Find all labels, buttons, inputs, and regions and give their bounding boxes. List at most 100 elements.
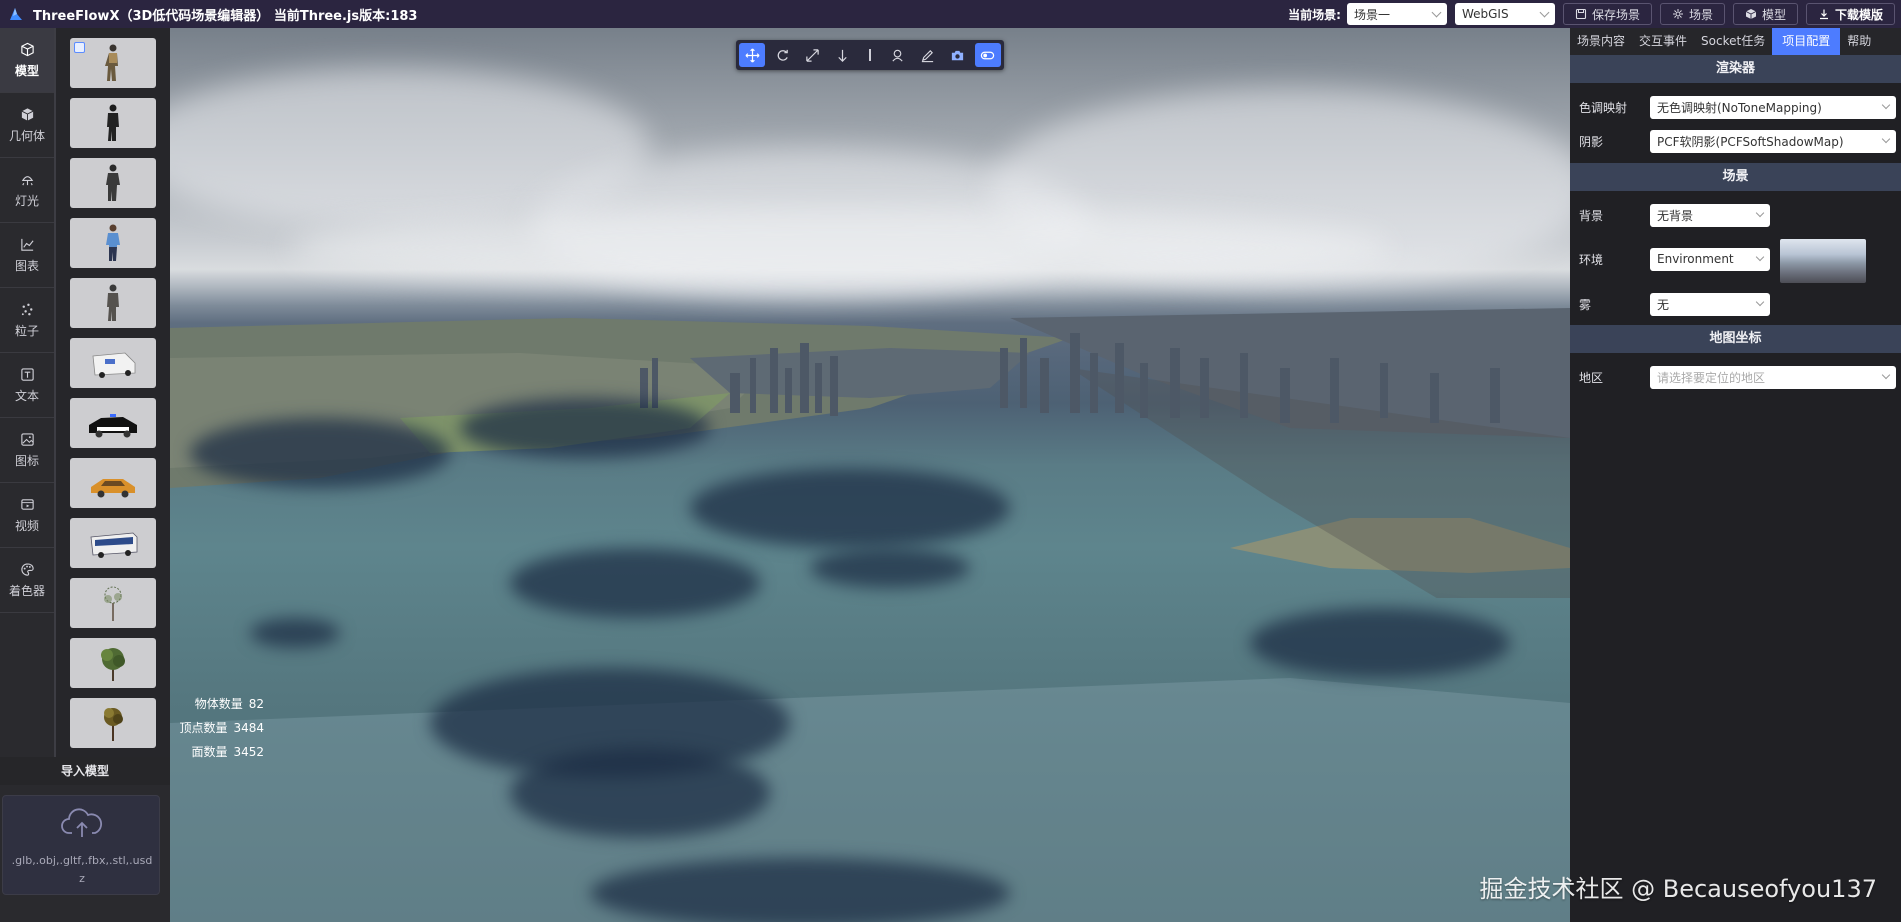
tonemap-select[interactable]: 无色调映射(NoToneMapping) [1650, 95, 1896, 119]
import-model-panel: 导入模型 .glb,.obj,.gltf,.fbx,.stl,.usdz [0, 757, 170, 922]
ambulance-icon [92, 352, 136, 378]
background-select[interactable]: 无背景 [1650, 203, 1770, 227]
nav-item-video[interactable]: 视频 [0, 483, 54, 548]
properties-panel: 场景内容 交互事件 Socket任务 项目配置 帮助 渲染器 色调映射 无色调映… [1570, 28, 1901, 922]
toggle-tool[interactable] [974, 43, 1001, 67]
selected-checkbox[interactable] [74, 42, 85, 53]
police-car-icon [89, 414, 137, 438]
supported-formats: .glb,.obj,.gltf,.fbx,.stl,.usdz [11, 854, 153, 885]
model-thumbnail-person[interactable] [70, 38, 156, 88]
fog-value: 无 [1657, 297, 1670, 312]
scene-select[interactable]: 场景一 [1346, 3, 1447, 25]
nav-item-label: 着色器 [8, 583, 45, 598]
scale-tool[interactable] [800, 43, 826, 67]
person-tool[interactable] [884, 43, 910, 67]
cloud-shadow [690, 468, 1010, 548]
drop-tool[interactable] [830, 43, 856, 67]
renderer-section-title: 渲染器 [1570, 55, 1901, 83]
cloud-shadow [510, 748, 770, 838]
3d-viewport[interactable]: 物体数量 82 顶点数量 3484 面数量 3452 [170, 28, 1570, 922]
screenshot-tool[interactable] [944, 43, 970, 67]
shadow-label: 阴影 [1579, 134, 1604, 149]
download-template-button[interactable]: 下载模版 [1805, 3, 1895, 25]
model-thumbnail-police-car[interactable] [70, 398, 156, 448]
model-thumbnail-person[interactable] [70, 98, 156, 148]
app-title: ThreeFlowX（3D低代码场景编辑器） 当前Three.js版本:183 [33, 8, 418, 24]
nav-item-label: 视频 [14, 518, 39, 533]
fog-select[interactable]: 无 [1650, 292, 1770, 316]
pen-icon [921, 49, 933, 62]
shadow-row: 阴影 PCF软阴影(PCFSoftShadowMap) [1570, 129, 1901, 153]
tab-project-config[interactable]: 项目配置 [1772, 28, 1841, 55]
particle-icon [21, 303, 32, 315]
watermark: 掘金技术社区 @ Becauseofyou137 [1479, 875, 1878, 903]
nav-item-text[interactable]: 文本 [0, 353, 54, 418]
region-row: 地区 请选择要定位的地区 [1570, 365, 1901, 389]
environment-preview-image[interactable] [1780, 239, 1866, 283]
save-scene-button[interactable]: 保存场景 [1562, 3, 1652, 25]
cloud-shadow [510, 548, 760, 618]
mode-select-value: WebGIS [1461, 7, 1509, 21]
nav-item-light[interactable]: 灯光 [0, 158, 54, 223]
model-thumbnail-ambulance[interactable] [70, 338, 156, 388]
model-thumbnail-person[interactable] [70, 218, 156, 268]
topbar-actions: 当前场景: 场景一 WebGIS 保存场景 场景 模型 下载模版 [1288, 0, 1895, 28]
region-label: 地区 [1579, 370, 1604, 385]
toggle-icon [981, 51, 995, 59]
object-count: 物体数量 82 [194, 692, 264, 716]
palette-icon [20, 562, 34, 576]
chevron-down-icon [1881, 134, 1891, 144]
scene-button[interactable]: 场景 [1659, 3, 1725, 25]
nav-item-model[interactable]: 模型 [0, 28, 54, 93]
scene-select-value: 场景一 [1353, 7, 1390, 22]
person-model-icon [106, 164, 120, 201]
model-thumbnail-taxi[interactable] [70, 458, 156, 508]
nav-item-label: 灯光 [14, 193, 39, 208]
cloud [290, 208, 1390, 288]
move-tool[interactable] [739, 43, 766, 67]
cloud-shadow [190, 418, 450, 488]
tab-scene-content[interactable]: 场景内容 [1570, 28, 1632, 55]
rotate-tool[interactable] [769, 43, 795, 67]
nav-item-particle[interactable]: 粒子 [0, 288, 54, 353]
model-thumbnail-tree[interactable] [70, 638, 156, 688]
nav-item-geometry[interactable]: 几何体 [0, 93, 54, 158]
chevron-down-icon [1755, 297, 1765, 307]
tab-help[interactable]: 帮助 [1840, 28, 1878, 55]
model-thumbnail-tree[interactable] [70, 578, 156, 628]
draw-tool[interactable] [914, 43, 940, 67]
tonemap-value: 无色调映射(NoToneMapping) [1657, 100, 1822, 115]
nav-item-label: 模型 [14, 63, 39, 78]
region-select[interactable]: 请选择要定位的地区 [1650, 365, 1896, 389]
map-coordinates-section-title: 地图坐标 [1570, 325, 1901, 353]
person-icon [891, 49, 903, 62]
top-bar: ThreeFlowX（3D低代码场景编辑器） 当前Three.js版本:183 … [0, 0, 1901, 28]
save-scene-label: 保存场景 [1591, 7, 1640, 22]
model-thumbnail-person[interactable] [70, 278, 156, 328]
chevron-down-icon [1881, 370, 1891, 380]
tab-socket-tasks[interactable]: Socket任务 [1694, 28, 1772, 55]
environment-select[interactable]: Environment [1650, 247, 1770, 271]
scene-section-title: 场景 [1570, 163, 1901, 191]
tab-interaction-events[interactable]: 交互事件 [1632, 28, 1694, 55]
box-icon [21, 107, 33, 121]
nav-item-chart[interactable]: 图表 [0, 223, 54, 288]
shadow-select[interactable]: PCF软阴影(PCFSoftShadowMap) [1650, 129, 1896, 153]
tonemap-row: 色调映射 无色调映射(NoToneMapping) [1570, 95, 1901, 119]
nav-item-shader[interactable]: 着色器 [0, 548, 54, 613]
mode-select[interactable]: WebGIS [1454, 3, 1555, 25]
model-thumbnail-tree[interactable] [70, 698, 156, 748]
cloud-shadow [460, 398, 710, 458]
image-icon [20, 432, 34, 446]
cloud-upload-icon [61, 808, 102, 837]
model-thumbnail-bus[interactable] [70, 518, 156, 568]
nav-item-icon[interactable]: 图标 [0, 418, 54, 483]
model-button[interactable]: 模型 [1732, 3, 1798, 25]
upload-dropzone[interactable]: .glb,.obj,.gltf,.fbx,.stl,.usdz [2, 795, 160, 895]
vertex-count-label: 顶点数量 [179, 721, 228, 735]
background-row: 背景 无背景 [1570, 203, 1901, 227]
toolbar-separator [869, 49, 871, 61]
model-thumbnail-person[interactable] [70, 158, 156, 208]
tree-icon [104, 586, 122, 621]
download-icon [1819, 9, 1828, 20]
